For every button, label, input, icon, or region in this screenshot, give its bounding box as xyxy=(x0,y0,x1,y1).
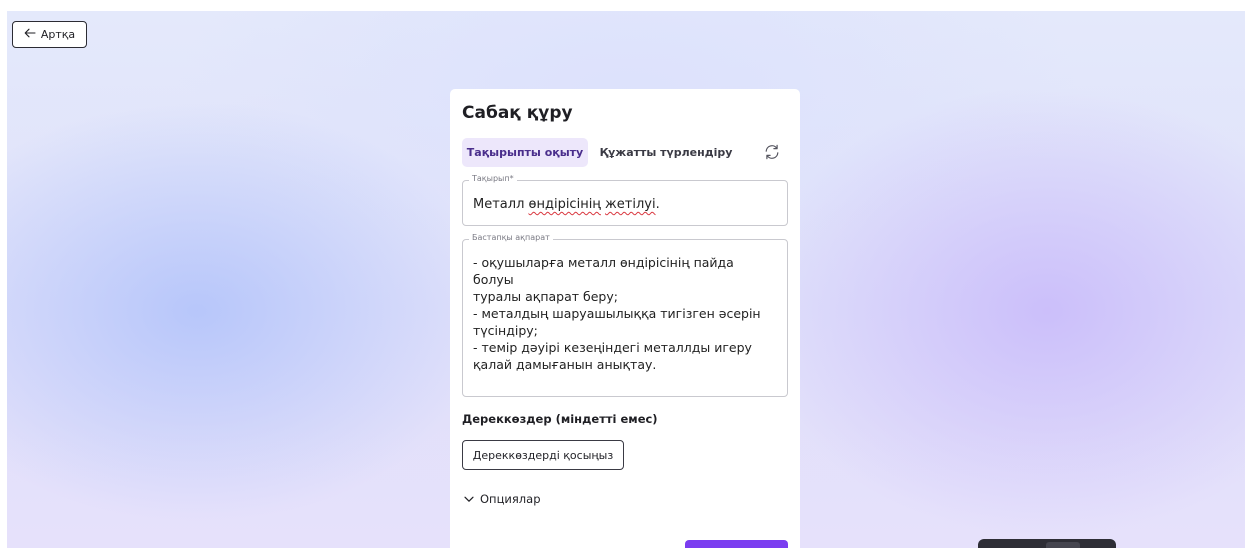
source-info-field-value[interactable]: - оқушыларға металл өндірісінің пайда бо… xyxy=(473,254,777,373)
create-lesson-card: Сабақ құру Тақырыпты оқыту Құжатты түрле… xyxy=(450,89,800,548)
options-label: Опциялар xyxy=(480,492,541,506)
topic-field[interactable]: Тақырып* Металл өндірісінің жетілуі. xyxy=(462,174,788,226)
submit-button[interactable] xyxy=(685,540,788,548)
source-info-field-label: Бастапқы ақпарат xyxy=(469,233,553,242)
sources-section-label: Дереккөздер (міндетті емес) xyxy=(462,412,658,426)
add-sources-button[interactable]: Дереккөздерді қосыңыз xyxy=(462,440,624,470)
tab-topic-learning[interactable]: Тақырыпты оқыту xyxy=(462,138,588,167)
floating-toolbar-handle[interactable] xyxy=(1046,542,1080,548)
chevron-down-icon xyxy=(464,492,474,506)
topic-field-value[interactable]: Металл өндірісінің жетілуі. xyxy=(473,197,660,212)
back-button[interactable]: Артқа xyxy=(12,21,87,48)
card-title: Сабақ құру xyxy=(462,103,573,123)
page-background: Артқа Сабақ құру Тақырыпты оқыту Құжатты… xyxy=(7,11,1245,548)
topic-field-label: Тақырып* xyxy=(469,174,517,183)
tab-document-transform[interactable]: Құжатты түрлендіру xyxy=(596,138,736,167)
back-button-label: Артқа xyxy=(40,28,76,41)
source-info-field[interactable]: Бастапқы ақпарат - оқушыларға металл өнд… xyxy=(462,233,788,397)
arrow-left-icon xyxy=(24,28,36,41)
floating-toolbar[interactable] xyxy=(978,539,1116,548)
options-toggle[interactable]: Опциялар xyxy=(464,492,541,506)
refresh-icon[interactable] xyxy=(763,143,781,161)
